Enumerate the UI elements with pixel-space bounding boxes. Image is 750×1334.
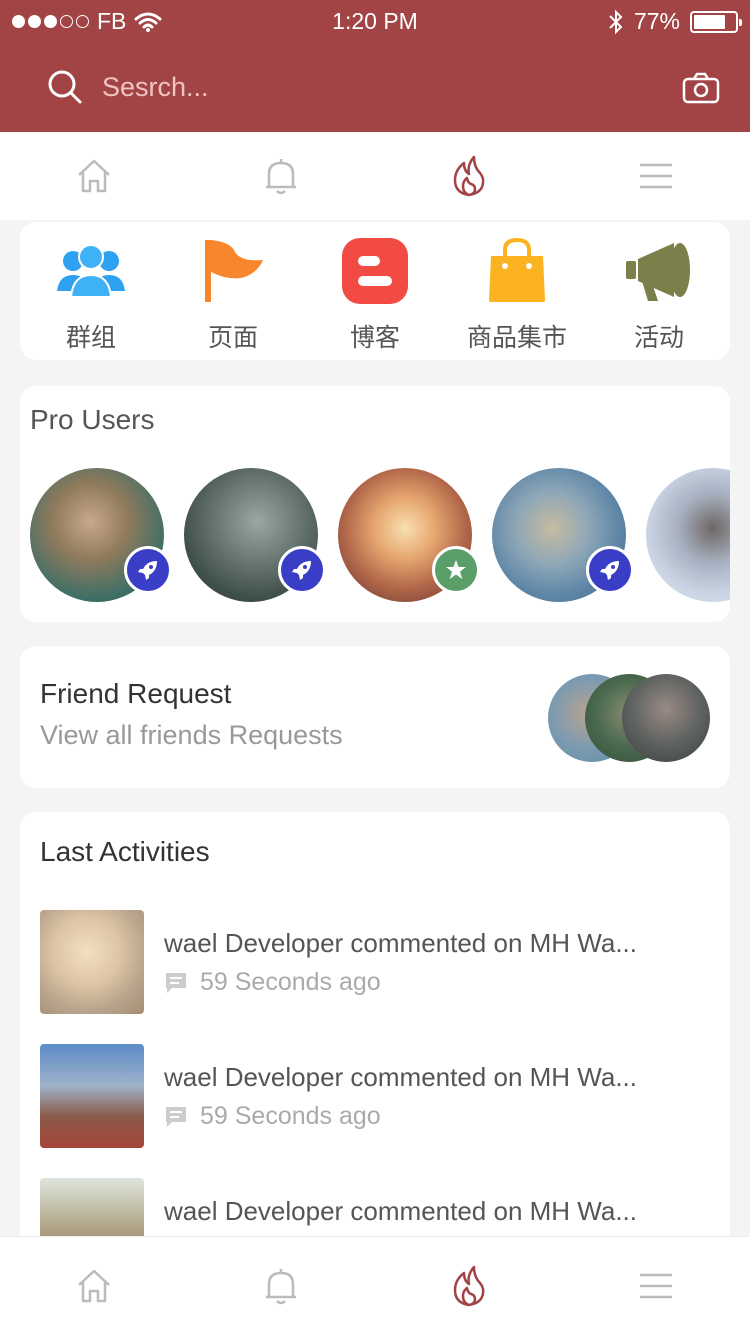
category-blogs[interactable]: 博客: [310, 236, 440, 360]
category-card: 群组 页面 博客 商品集市 活动: [20, 222, 730, 360]
blog-icon: [342, 238, 408, 304]
activity-thumbnail: [40, 910, 144, 1014]
flame-icon: [453, 1265, 485, 1306]
bell-icon: [266, 1268, 297, 1304]
tab-menu[interactable]: [563, 132, 750, 220]
friend-request-title: Friend Request: [40, 678, 232, 709]
rocket-icon: [600, 561, 619, 580]
home-icon: [77, 159, 110, 193]
tab-notifications[interactable]: [188, 1237, 376, 1334]
megaphone-icon: [626, 243, 690, 301]
app-header: FB 1:20 PM 77%: [0, 0, 750, 132]
rocket-icon: [292, 561, 311, 580]
avatar: [646, 468, 730, 602]
activity-text: wael Developer commented on MH Wa...: [164, 928, 638, 958]
battery-percent: 77%: [633, 8, 680, 34]
battery-icon: [690, 10, 742, 33]
rocket-icon: [138, 561, 157, 580]
flame-icon: [453, 155, 485, 197]
tab-home[interactable]: [0, 132, 188, 220]
menu-icon: [640, 1273, 673, 1298]
comment-icon: [166, 972, 186, 993]
activity-item[interactable]: wael Developer commented on MH Wa... 59 …: [40, 910, 720, 1014]
activity-time-text: 59 Seconds ago: [200, 968, 381, 996]
category-events[interactable]: 活动: [594, 236, 724, 360]
status-right: 77%: [608, 8, 742, 35]
activity-text: wael Developer commented on MH Wa...: [164, 1196, 638, 1226]
top-tab-bar: [0, 132, 750, 220]
bell-icon: [266, 159, 297, 195]
section-title: Last Activities: [40, 836, 210, 867]
pro-user-avatar[interactable]: [492, 468, 634, 602]
search-icon: [48, 70, 82, 104]
category-label: 商品集市: [466, 323, 567, 352]
status-bar: FB 1:20 PM 77%: [0, 0, 750, 44]
activities-card: Last Activities wael Developer commented…: [20, 812, 730, 1252]
friend-request-link[interactable]: View all friends Requests: [40, 720, 343, 751]
category-label: 群组: [65, 323, 116, 352]
bottom-tab-bar: [0, 1236, 750, 1334]
search-input[interactable]: [102, 71, 622, 103]
activity-thumbnail: [40, 1044, 144, 1148]
group-icon: [57, 244, 125, 298]
category-pages[interactable]: 页面: [168, 236, 298, 360]
comment-icon: [166, 1106, 186, 1127]
tab-notifications[interactable]: [188, 132, 376, 220]
activity-text: wael Developer commented on MH Wa...: [164, 1062, 638, 1092]
friend-avatars: [548, 674, 710, 762]
tab-home[interactable]: [0, 1237, 188, 1334]
category-label: 博客: [349, 323, 400, 352]
rocket-badge: [586, 546, 634, 594]
pro-users-card: Pro Users: [20, 386, 730, 622]
friend-request-card[interactable]: Friend Request View all friends Requests: [20, 646, 730, 788]
tab-menu[interactable]: [563, 1237, 750, 1334]
rocket-badge: [124, 546, 172, 594]
tab-trending[interactable]: [375, 1237, 563, 1334]
activity-time: 59 Seconds ago: [164, 1102, 381, 1131]
activity-time-text: 59 Seconds ago: [200, 1102, 381, 1130]
shopping-bag-icon: [489, 238, 545, 302]
bluetooth-icon: [609, 9, 623, 34]
category-market[interactable]: 商品集市: [452, 236, 582, 360]
pro-user-avatar[interactable]: [338, 468, 480, 602]
category-label: 页面: [207, 323, 258, 352]
home-icon: [77, 1269, 110, 1302]
pro-users-list: [30, 468, 730, 602]
menu-icon: [640, 163, 673, 189]
pro-user-avatar[interactable]: [646, 468, 730, 602]
category-groups[interactable]: 群组: [26, 236, 156, 360]
avatar: [622, 674, 710, 762]
star-badge: [432, 546, 480, 594]
category-label: 活动: [633, 323, 684, 352]
activity-time: 59 Seconds ago: [164, 968, 381, 997]
tab-trending[interactable]: [375, 132, 563, 220]
flag-icon: [205, 240, 263, 302]
camera-icon[interactable]: [682, 72, 720, 104]
section-title: Pro Users: [30, 404, 155, 435]
search-bar[interactable]: [48, 70, 622, 104]
pro-user-avatar[interactable]: [30, 468, 172, 602]
activity-item[interactable]: wael Developer commented on MH Wa... 59 …: [40, 1044, 720, 1148]
rocket-badge: [278, 546, 326, 594]
star-icon: [446, 560, 466, 579]
pro-user-avatar[interactable]: [184, 468, 326, 602]
